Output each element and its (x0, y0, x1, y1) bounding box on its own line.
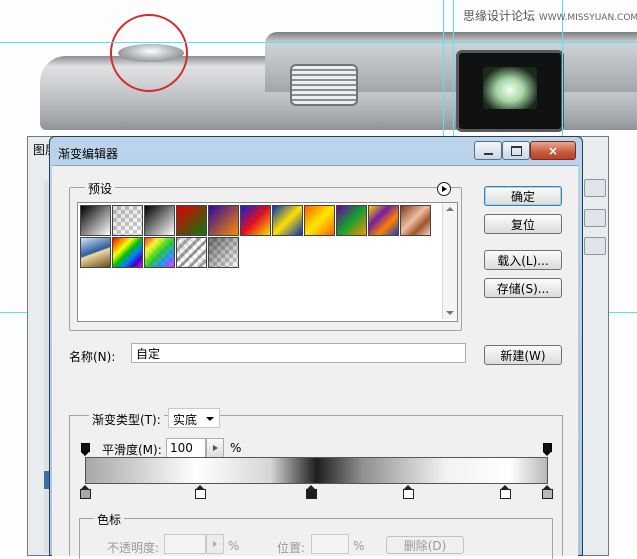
preset-swatch-black-white[interactable] (144, 205, 175, 236)
preset-swatch-red-green[interactable] (176, 205, 207, 236)
preset-swatch-copper[interactable] (400, 205, 431, 236)
gradient-editor-dialog: 渐变编辑器 × 预设 确定 复位 载入(L)... 存储(S)... 名称(N)… (49, 136, 583, 559)
minimize-button[interactable] (474, 141, 502, 160)
smoothness-unit: % (230, 441, 242, 455)
preset-swatch-blue-yellow-blue[interactable] (272, 205, 303, 236)
new-button[interactable]: 新建(W) (484, 345, 562, 365)
preset-swatch-foreground-to-transparent[interactable] (112, 205, 143, 236)
preset-swatch-orange-yellow-orange[interactable] (304, 205, 335, 236)
opacity-slider-button[interactable] (206, 534, 224, 554)
gradient-type-value: 实底 (173, 413, 198, 427)
play-arrow-icon (213, 541, 217, 547)
opacity-stop[interactable] (542, 443, 552, 456)
location-label: 位置: (277, 541, 306, 555)
preset-swatch-neutral-density[interactable] (208, 237, 239, 268)
opacity-stop[interactable] (80, 443, 90, 456)
watermark: 思缘设计论坛 WWW.MISSYUAN.COM (463, 7, 637, 24)
play-arrow-icon (442, 186, 447, 192)
smoothness-field[interactable] (166, 438, 206, 458)
opacity-label: 不透明度: (107, 541, 160, 555)
presets-label: 预设 (85, 180, 116, 197)
maximize-button[interactable] (502, 141, 530, 160)
name-label: 名称(N): (69, 350, 116, 364)
color-stops-label: 色标 (94, 511, 125, 528)
location-field[interactable] (311, 534, 349, 554)
name-field[interactable] (131, 343, 466, 363)
highlight-circle (110, 14, 188, 92)
gradient-type-label: 渐变类型(T): (89, 411, 164, 428)
preset-swatch-foreground-to-background[interactable] (80, 205, 111, 236)
preset-swatch-blue-red-yellow[interactable] (240, 205, 271, 236)
presets-scrollbar[interactable] (442, 203, 457, 319)
watermark-site: WWW.MISSYUAN.COM (538, 13, 637, 23)
watermark-text: 思缘设计论坛 (463, 9, 536, 23)
color-stop[interactable] (195, 485, 206, 499)
scroll-up-icon[interactable] (446, 207, 454, 211)
save-button[interactable]: 存储(S)... (484, 278, 562, 298)
maximize-icon (510, 145, 522, 156)
close-button[interactable]: × (530, 141, 576, 160)
opacity-unit: % (228, 539, 240, 553)
dialog-client-area: 预设 确定 复位 载入(L)... 存储(S)... 名称(N): 新建(W) … (52, 165, 578, 559)
presets-list[interactable] (77, 202, 458, 322)
preset-swatch-yellow-violet-orange-blue[interactable] (368, 205, 399, 236)
presets-menu-button[interactable] (437, 182, 451, 196)
preset-swatch-spectrum[interactable] (112, 237, 143, 268)
preset-swatch-violet-green-orange[interactable] (336, 205, 367, 236)
minimize-icon (483, 152, 493, 155)
color-stop[interactable] (305, 485, 317, 499)
color-stop[interactable] (541, 485, 553, 499)
smoothness-label: 平滑度(M): (102, 443, 162, 457)
layers-panel-button[interactable] (584, 237, 606, 255)
ok-button[interactable]: 确定 (484, 186, 562, 206)
close-icon: × (547, 143, 559, 158)
preset-swatch-violet-orange[interactable] (208, 205, 239, 236)
color-stop[interactable] (79, 485, 91, 499)
load-button[interactable]: 载入(L)... (484, 250, 562, 270)
preset-swatch-chrome[interactable] (80, 237, 111, 268)
gradient-type-select[interactable]: 实底 (168, 408, 220, 428)
dialog-title: 渐变编辑器 (58, 147, 119, 161)
guide-line (0, 42, 637, 43)
camera-grille (290, 64, 358, 106)
layers-panel-button[interactable] (584, 179, 606, 197)
smoothness-slider-button[interactable] (206, 438, 224, 458)
chevron-down-icon (206, 417, 214, 421)
color-stop[interactable] (402, 485, 414, 499)
layers-panel-button[interactable] (584, 209, 606, 227)
color-stop[interactable] (499, 485, 511, 499)
camera-viewfinder (456, 50, 564, 132)
delete-button[interactable]: 删除(D) (386, 536, 464, 554)
reset-button[interactable]: 复位 (484, 214, 562, 234)
gradient-preview-bar[interactable] (85, 457, 548, 484)
preset-swatch-transparent-rainbow[interactable] (144, 237, 175, 268)
opacity-field[interactable] (164, 534, 206, 554)
preset-swatch-transparent-stripes[interactable] (176, 237, 207, 268)
play-arrow-icon (212, 445, 218, 451)
scroll-down-icon[interactable] (446, 311, 454, 315)
location-unit: % (353, 539, 365, 553)
